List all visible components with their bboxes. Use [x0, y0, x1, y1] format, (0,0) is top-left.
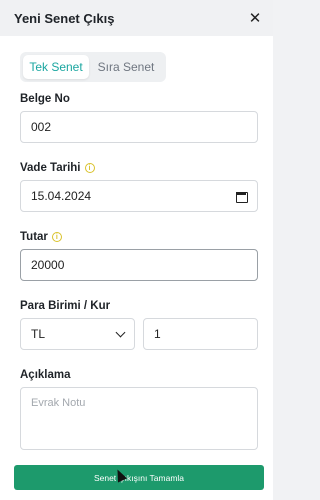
- calendar-icon[interactable]: [235, 190, 248, 203]
- vade-tarihi-value: 15.04.2024: [31, 189, 92, 203]
- belge-no-input[interactable]: 002: [20, 111, 258, 143]
- aciklama-label: Açıklama: [20, 369, 71, 381]
- mode-tabs: Tek Senet Sıra Senet: [20, 52, 166, 82]
- info-icon: i: [84, 163, 95, 173]
- panel-header: Yeni Senet Çıkış ✕: [0, 0, 273, 36]
- tutar-value: 20000: [31, 258, 65, 272]
- close-icon[interactable]: ✕: [247, 11, 263, 26]
- tutar-label: Tutar i: [20, 231, 62, 243]
- tutar-label-text: Tutar: [20, 231, 48, 243]
- vade-tarihi-input[interactable]: 15.04.2024: [20, 180, 258, 212]
- senet-cikis-panel: Yeni Senet Çıkış ✕ Tek Senet Sıra Senet …: [0, 0, 273, 500]
- panel-body: Tek Senet Sıra Senet Belge No 002 Vade T…: [0, 36, 273, 500]
- tutar-input[interactable]: 20000: [20, 249, 258, 281]
- vade-tarihi-label-text: Vade Tarihi: [20, 162, 81, 174]
- vade-tarihi-label: Vade Tarihi i: [20, 162, 95, 174]
- rate-input[interactable]: 1: [143, 318, 258, 350]
- info-icon: i: [51, 232, 62, 242]
- aciklama-placeholder: Evrak Notu: [31, 397, 86, 409]
- tab-tek-senet[interactable]: Tek Senet: [23, 55, 89, 79]
- aciklama-textarea[interactable]: Evrak Notu: [20, 387, 258, 450]
- belge-no-label-text: Belge No: [20, 93, 70, 105]
- submit-button-label: Senet Çıkışını Tamamla: [93, 472, 185, 483]
- para-birimi-label: Para Birimi / Kur: [20, 300, 110, 312]
- currency-value: TL: [31, 327, 46, 341]
- para-birimi-label-text: Para Birimi / Kur: [20, 300, 111, 312]
- aciklama-label-text: Açıklama: [20, 369, 71, 381]
- currency-select[interactable]: TL: [20, 318, 135, 350]
- panel-title: Yeni Senet Çıkış: [14, 10, 115, 26]
- tab-sira-senet[interactable]: Sıra Senet: [89, 55, 163, 79]
- belge-no-value: 002: [31, 120, 52, 134]
- belge-no-label: Belge No: [20, 93, 70, 105]
- chevron-down-icon: [115, 327, 126, 337]
- submit-button[interactable]: Senet Çıkışını Tamamla: [14, 465, 264, 490]
- rate-value: 1: [154, 327, 161, 341]
